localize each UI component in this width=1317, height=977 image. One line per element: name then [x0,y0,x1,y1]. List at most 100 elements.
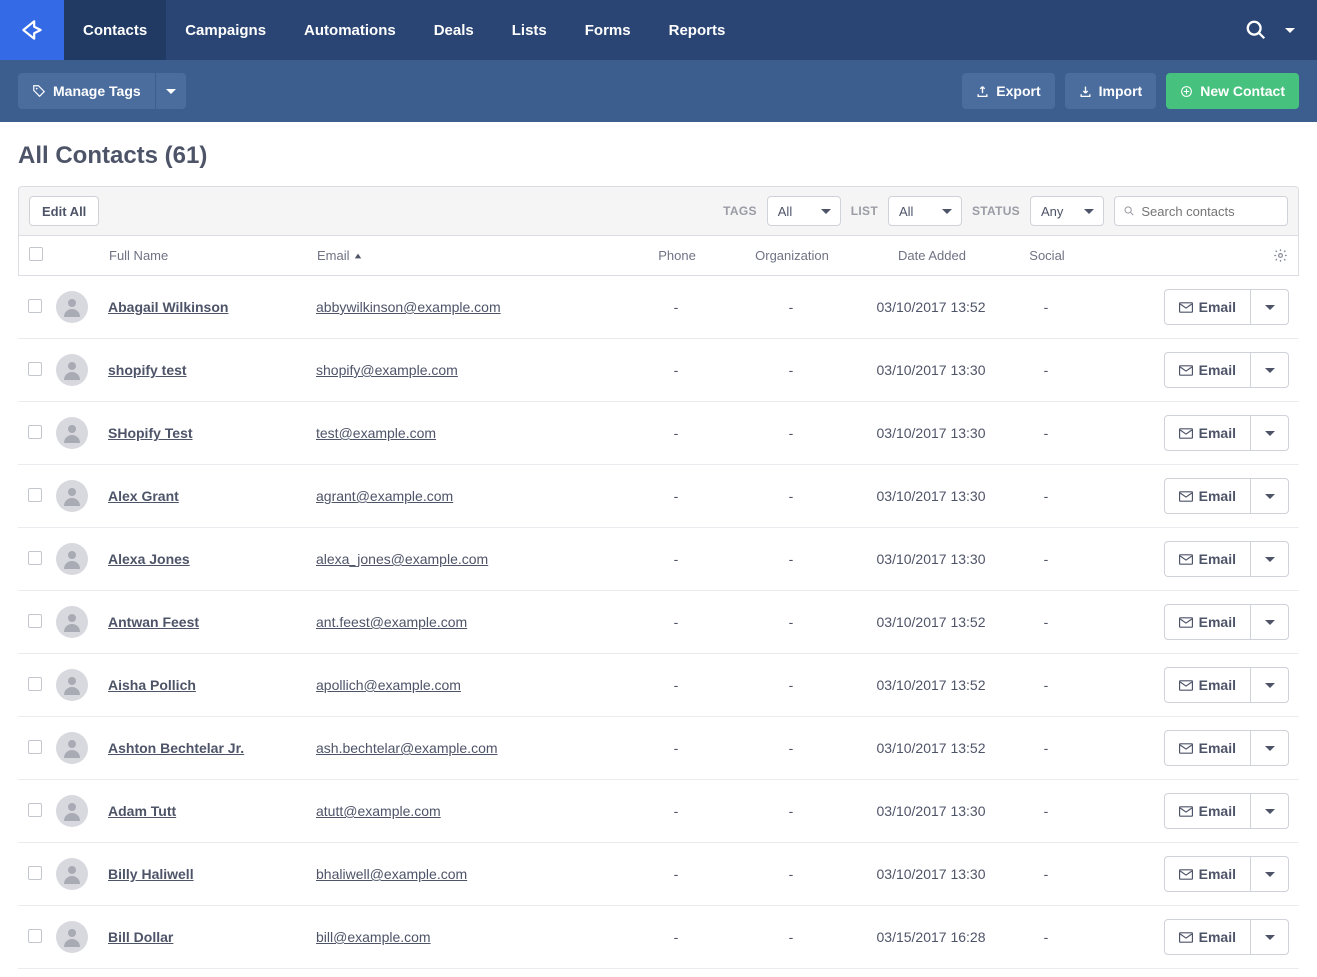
table-row: Alex Grant agrant@example.com - - 03/10/… [18,465,1299,528]
nav-forms[interactable]: Forms [566,0,650,60]
email-button[interactable]: Email [1164,415,1251,451]
subnav: Manage Tags Export Import New Contact [0,60,1317,122]
logo[interactable] [0,0,64,60]
search-contacts-box[interactable] [1114,196,1288,226]
contact-email-link[interactable]: ant.feest@example.com [316,614,467,630]
contact-email-link[interactable]: alexa_jones@example.com [316,551,488,567]
contact-name-link[interactable]: Billy Haliwell [108,866,194,882]
contact-email-link[interactable]: agrant@example.com [316,488,453,504]
contact-email-link[interactable]: shopify@example.com [316,362,458,378]
edit-all-button[interactable]: Edit All [29,196,99,226]
chevron-down-icon [1265,431,1275,436]
row-checkbox[interactable] [28,866,42,880]
avatar [56,732,88,764]
contact-email-link[interactable]: test@example.com [316,425,436,441]
contact-name-link[interactable]: Ashton Bechtelar Jr. [108,740,244,756]
row-checkbox[interactable] [28,299,42,313]
contact-name-link[interactable]: SHopify Test [108,425,193,441]
contact-email-link[interactable]: apollich@example.com [316,677,461,693]
select-all-checkbox[interactable] [29,247,43,261]
email-button[interactable]: Email [1164,289,1251,325]
contact-name-link[interactable]: Bill Dollar [108,929,173,945]
email-button[interactable]: Email [1164,730,1251,766]
nav-lists[interactable]: Lists [493,0,566,60]
row-checkbox[interactable] [28,362,42,376]
contact-name-link[interactable]: Alexa Jones [108,551,190,567]
col-phone[interactable]: Phone [627,248,727,263]
phone-value: - [674,488,679,504]
phone-value: - [674,362,679,378]
email-button[interactable]: Email [1164,919,1251,955]
new-contact-button[interactable]: New Contact [1166,73,1299,109]
row-checkbox[interactable] [28,929,42,943]
contact-email-link[interactable]: ash.bechtelar@example.com [316,740,498,756]
contact-email-link[interactable]: abbywilkinson@example.com [316,299,501,315]
contact-email-link[interactable]: bill@example.com [316,929,431,945]
contact-email-link[interactable]: bhaliwell@example.com [316,866,467,882]
col-full-name[interactable]: Full Name [109,248,317,263]
col-organization[interactable]: Organization [727,248,857,263]
col-social[interactable]: Social [1007,248,1087,263]
row-checkbox[interactable] [28,677,42,691]
email-button[interactable]: Email [1164,856,1251,892]
row-checkbox[interactable] [28,488,42,502]
row-actions-dropdown[interactable] [1251,541,1289,577]
email-button[interactable]: Email [1164,793,1251,829]
contact-name-link[interactable]: shopify test [108,362,187,378]
manage-tags-button[interactable]: Manage Tags [18,73,155,109]
row-actions-dropdown[interactable] [1251,793,1289,829]
row-actions: Email [1164,919,1289,955]
col-date-added[interactable]: Date Added [857,248,1007,263]
top-nav: Contacts Campaigns Automations Deals Lis… [0,0,1317,60]
row-actions: Email [1164,730,1289,766]
contact-name-link[interactable]: Antwan Feest [108,614,199,630]
chevron-down-icon [1265,557,1275,562]
row-checkbox[interactable] [28,614,42,628]
row-actions-dropdown[interactable] [1251,856,1289,892]
col-email[interactable]: Email [317,248,627,263]
nav-deals[interactable]: Deals [415,0,493,60]
row-checkbox[interactable] [28,740,42,754]
contact-name-link[interactable]: Aisha Pollich [108,677,196,693]
row-actions-dropdown[interactable] [1251,478,1289,514]
person-icon [60,862,84,886]
row-checkbox[interactable] [28,551,42,565]
email-button[interactable]: Email [1164,604,1251,640]
chevron-down-icon [1265,494,1275,499]
row-actions: Email [1164,667,1289,703]
row-actions-dropdown[interactable] [1251,415,1289,451]
nav-campaigns[interactable]: Campaigns [166,0,285,60]
contact-name-link[interactable]: Abagail Wilkinson [108,299,228,315]
contact-email-link[interactable]: atutt@example.com [316,803,441,819]
row-actions-dropdown[interactable] [1251,730,1289,766]
status-filter-select[interactable]: Any [1030,196,1104,226]
gear-icon[interactable] [1273,248,1288,263]
list-filter-select[interactable]: All [888,196,962,226]
email-button-label: Email [1199,425,1236,441]
contact-name-link[interactable]: Adam Tutt [108,803,176,819]
chevron-down-icon [1265,935,1275,940]
manage-tags-dropdown[interactable] [156,73,186,109]
email-button[interactable]: Email [1164,352,1251,388]
contact-name-link[interactable]: Alex Grant [108,488,179,504]
email-button[interactable]: Email [1164,541,1251,577]
nav-contacts[interactable]: Contacts [64,0,166,60]
nav-reports[interactable]: Reports [650,0,745,60]
email-button[interactable]: Email [1164,667,1251,703]
tags-filter-select[interactable]: All [767,196,841,226]
row-checkbox[interactable] [28,803,42,817]
import-button[interactable]: Import [1065,73,1157,109]
row-actions-dropdown[interactable] [1251,289,1289,325]
row-actions-dropdown[interactable] [1251,604,1289,640]
nav-automations[interactable]: Automations [285,0,415,60]
search-icon[interactable] [1245,19,1267,41]
search-contacts-input[interactable] [1141,204,1279,219]
email-button[interactable]: Email [1164,478,1251,514]
row-actions-dropdown[interactable] [1251,352,1289,388]
row-checkbox[interactable] [28,425,42,439]
account-menu-caret-icon[interactable] [1285,28,1295,33]
row-actions-dropdown[interactable] [1251,919,1289,955]
chevron-down-icon [1265,872,1275,877]
row-actions-dropdown[interactable] [1251,667,1289,703]
export-button[interactable]: Export [962,73,1054,109]
